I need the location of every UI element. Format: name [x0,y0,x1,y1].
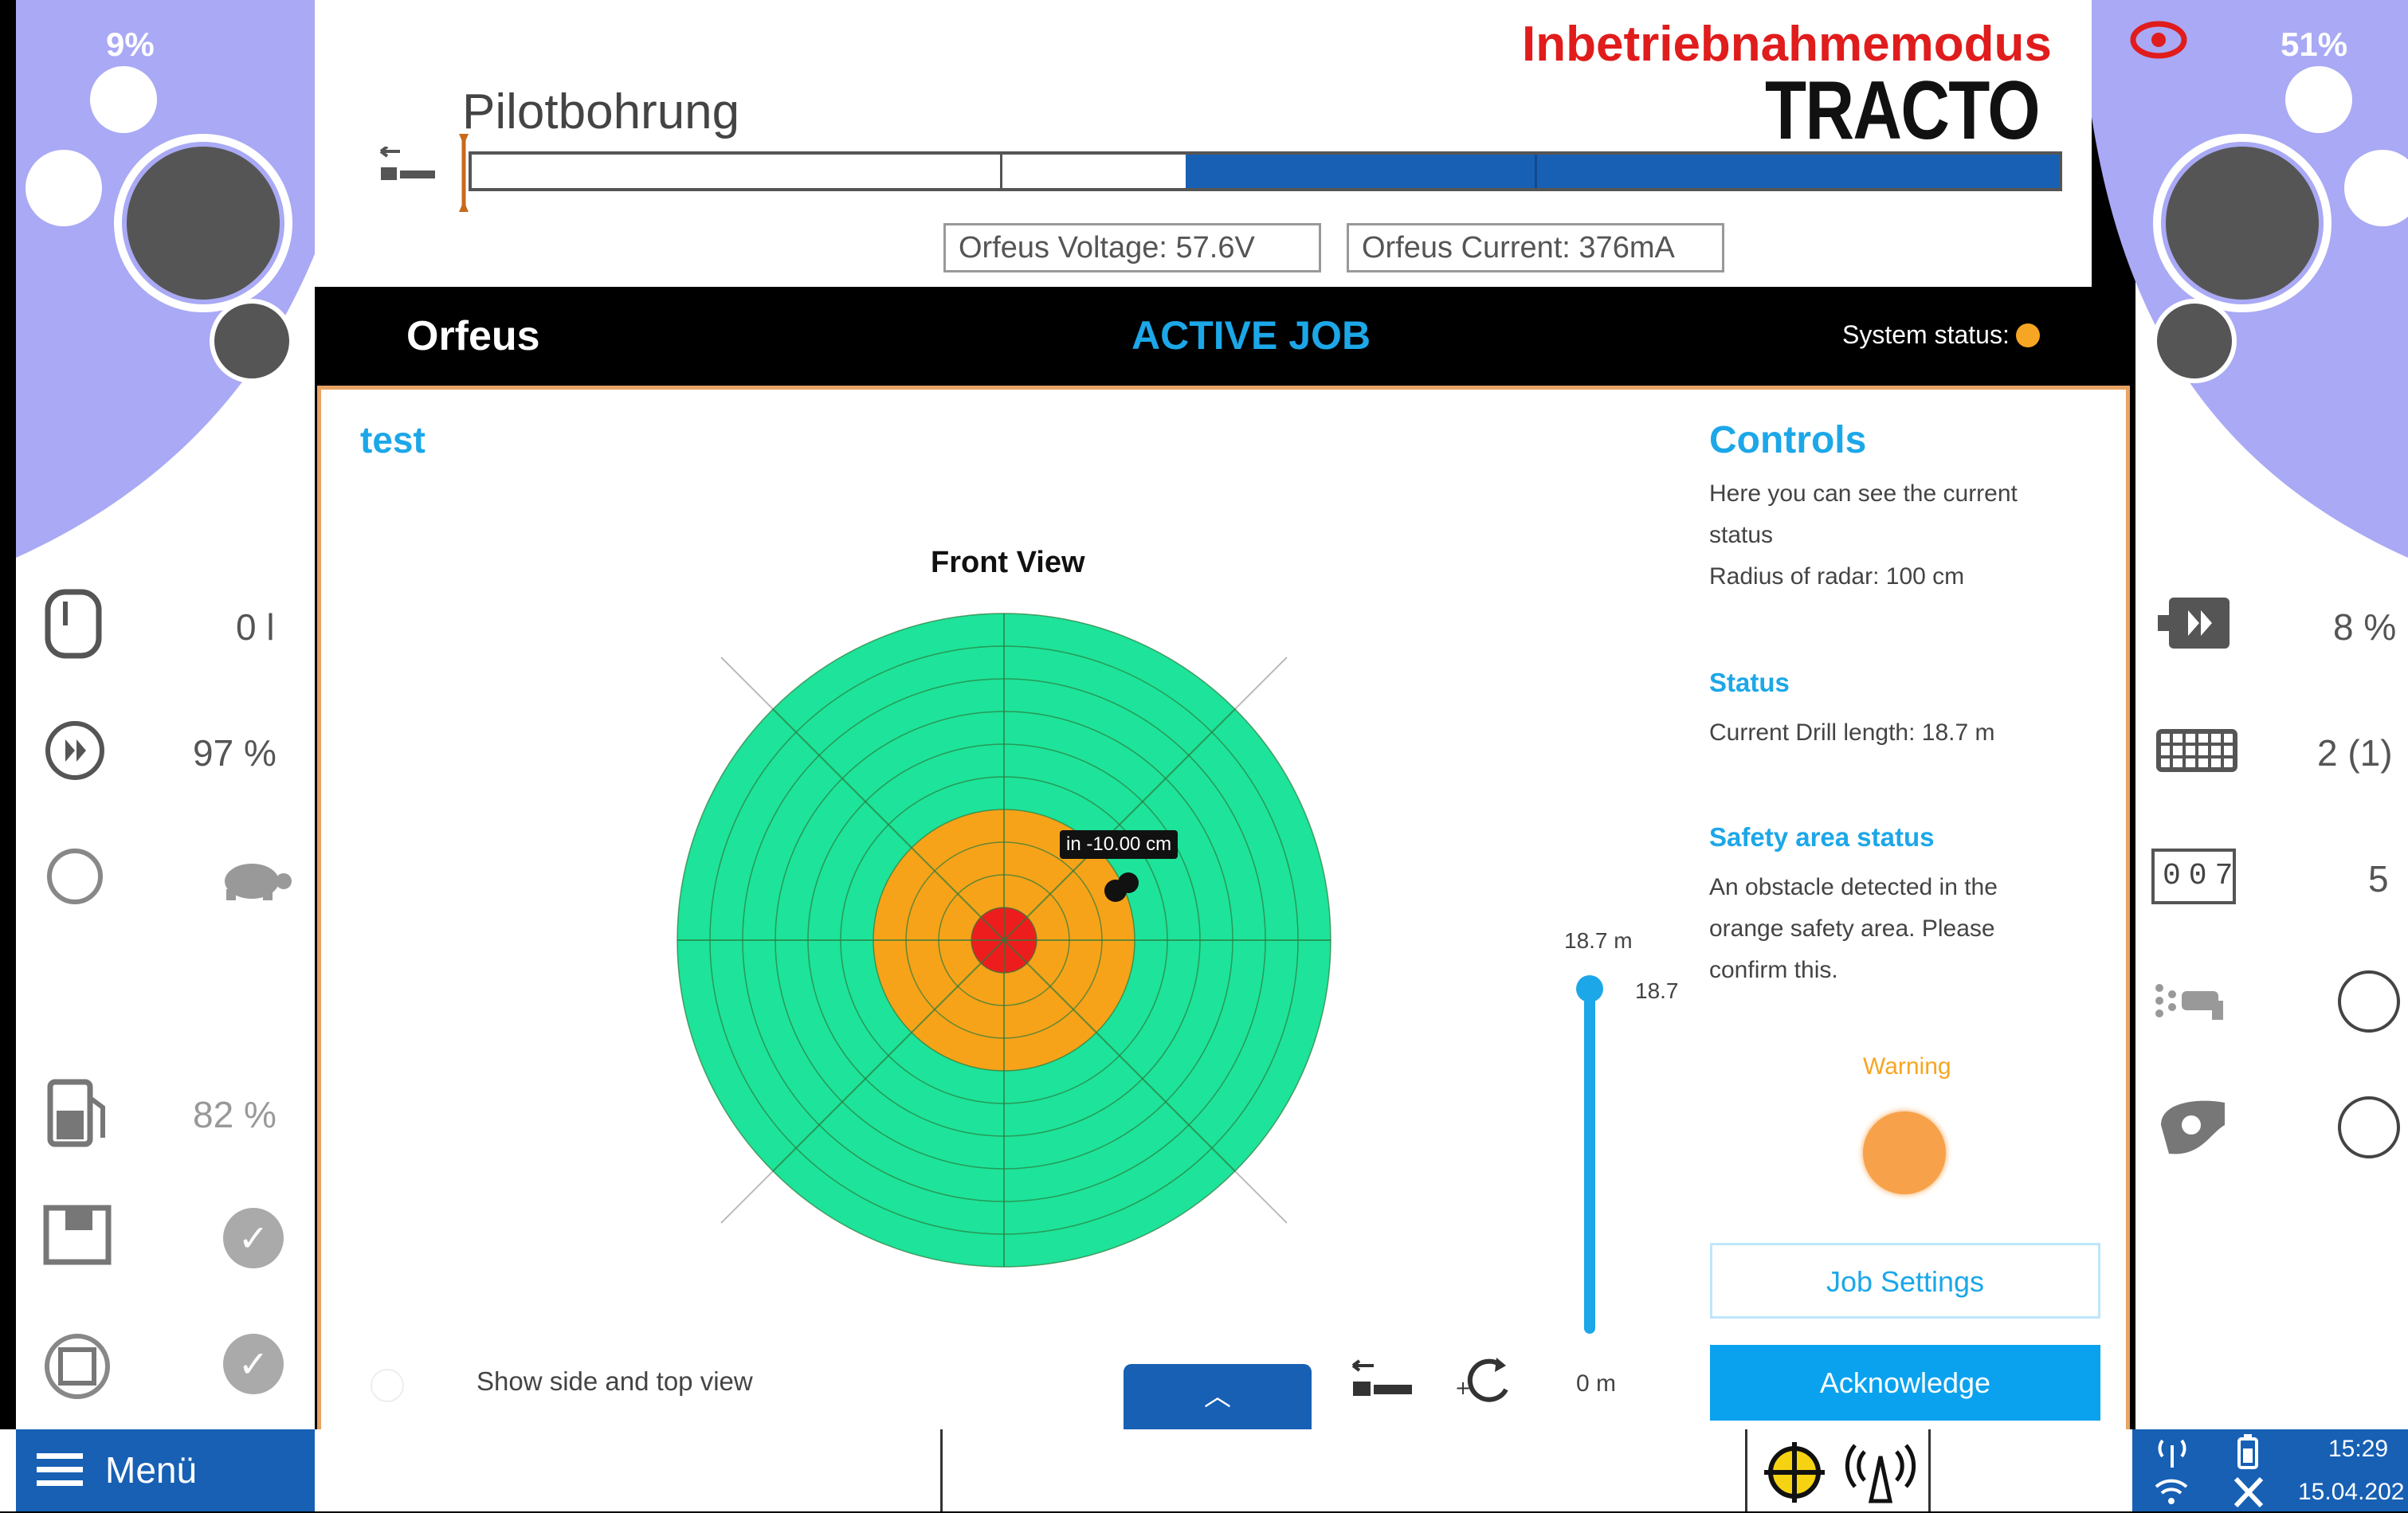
safety-area-title: Safety area status [1709,822,1935,852]
tank-value: 0 l [236,606,275,648]
chevron-up-icon: ︿ [1204,1382,1231,1412]
slider-value-label: 18.7 [1635,978,1679,1003]
obstacle-marker [1118,872,1139,893]
system-status-label: System status: [1842,320,2010,349]
rotation-speed-icon [41,717,108,784]
counter-display: 007 [2151,849,2236,904]
acknowledge-button[interactable]: Acknowledge [1710,1345,2100,1421]
svg-text:+: + [1455,1377,1471,1399]
target-label: in -10.00 cm [1060,830,1179,859]
counter-value: 5 [2368,858,2389,900]
front-view-radar [677,613,1331,1268]
grid-value: 2 (1) [2317,732,2393,774]
status-time: 15:29 [2328,1436,2389,1462]
drill-length-text: Current Drill length: 18.7 m [1709,719,1995,746]
active-job-tab[interactable]: ACTIVE JOB [1131,312,1371,359]
progress-segment [1194,155,1537,188]
left-joystick-percent: 9% [106,25,155,63]
signal-icon [2156,1436,2188,1468]
slider-bottom-label: 0 m [1576,1370,1617,1397]
controls-description: Here you can see the current status [1709,480,2018,548]
tool-icon [2153,1093,2233,1160]
job-settings-button[interactable]: Job Settings [1710,1243,2100,1319]
menu-label: Menü [105,1449,198,1491]
front-view-title: Front View [931,546,1085,579]
drill-rig-icon [378,145,441,190]
progress-segment [472,155,1002,188]
save-status-check-icon: ✓ [223,1208,284,1268]
voltage-readout: Orfeus Voltage: 57.6V [943,223,1321,272]
bottom-bar [0,1429,2408,1511]
flushing-toggle[interactable] [2338,970,2400,1033]
flushing-icon [2151,977,2234,1025]
battery-icon [2236,1434,2260,1469]
hamburger-icon[interactable] [37,1452,83,1488]
crosshair-icon[interactable] [1761,1439,1828,1506]
safety-area-text: An obstacle detected in the orange safet… [1709,874,1998,983]
drill-progress-bar [469,151,2062,191]
rotate-view-icon[interactable]: + [1455,1354,1522,1410]
status-title: Status [1709,668,1790,697]
eye-icon[interactable] [2129,18,2188,62]
app-name: Orfeus [406,313,540,359]
wifi-icon [2153,1476,2190,1506]
expand-button[interactable]: ︿ [1124,1364,1312,1429]
system-status-indicator [2016,323,2040,347]
controls-title: Controls [1709,419,1867,461]
rotation-cycle-icon [41,843,108,910]
radio-antenna-icon[interactable] [1841,1440,1920,1504]
page-title: Pilotbohrung [462,84,740,139]
save-icon[interactable] [41,1203,113,1267]
warning-indicator [1863,1111,1946,1194]
bottom-divider [1928,1429,1931,1511]
status-date: 15.04.202 [2298,1479,2405,1505]
right-joystick-percent: 51% [2281,25,2348,63]
drill-rig-view-icon[interactable] [1350,1359,1417,1404]
auto-save-status-check-icon: ✓ [223,1334,284,1394]
slider-top-label: 18.7 m [1564,928,1633,953]
current-readout: Orfeus Current: 376mA [1347,223,1724,272]
job-name: test [360,419,426,461]
tool-toggle[interactable] [2338,1096,2400,1158]
side-view-toggle[interactable] [371,1369,404,1402]
side-view-label: Show side and top view [477,1366,753,1396]
right-gear-icon [2285,66,2352,133]
wrench-icon [2231,1474,2266,1509]
tank-icon [41,586,105,661]
progress-start-marker [459,134,469,212]
auto-save-icon[interactable] [41,1331,113,1402]
left-gear-icon [90,66,157,133]
progress-segment [1002,155,1194,188]
drill-length-slider-track[interactable] [1584,990,1595,1334]
grid-icon [2155,727,2238,774]
warning-label: Warning [1863,1053,1951,1080]
rotation-value: 97 % [193,732,276,774]
fuel-value: 82 % [193,1094,276,1135]
fast-forward-value: 8 % [2333,606,2397,648]
fast-forward-icon [2158,591,2234,655]
turtle-icon [214,854,293,902]
radar-radius-text: Radius of radar: 100 cm [1709,563,1965,590]
drill-length-slider-thumb[interactable] [1576,975,1603,1002]
bottom-divider [1745,1429,1747,1511]
fuel-icon [44,1076,116,1149]
brand-logo: TRACTO [1765,65,2041,157]
bottom-divider [940,1429,943,1511]
